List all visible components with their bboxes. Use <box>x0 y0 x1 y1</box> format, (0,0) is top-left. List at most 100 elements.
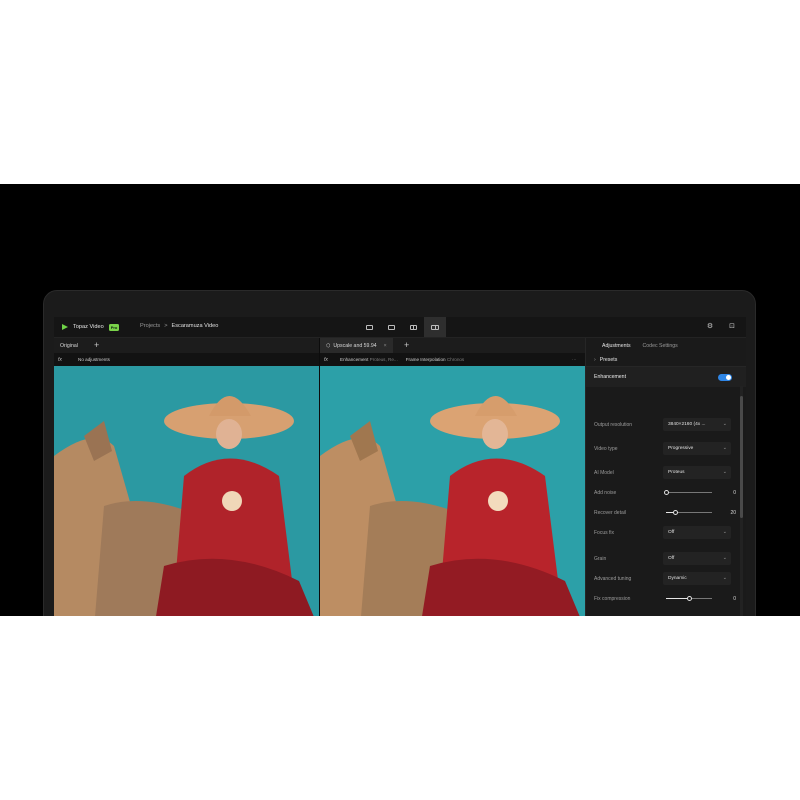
close-tab-icon[interactable]: × <box>384 343 387 349</box>
tab-adjustments[interactable]: Adjustments <box>602 343 631 349</box>
slider-value: 0 <box>733 596 736 602</box>
chevron-down-icon: ⌄ <box>722 555 727 561</box>
chevron-down-icon: ⌄ <box>722 575 727 581</box>
tab-upscale-label: Upscale and 59.94 <box>333 342 377 349</box>
fix-compression-slider[interactable] <box>666 596 712 601</box>
setting-label: Output resolution <box>594 422 633 428</box>
add-noise-slider[interactable] <box>663 490 712 495</box>
chevron-right-icon: › <box>594 356 596 363</box>
ai-model-select[interactable]: Proteus ⌄ <box>663 466 731 479</box>
right-tab-row: ⬡ Upscale and 59.94 × + <box>320 338 585 353</box>
select-value: Progressive <box>668 446 694 451</box>
breadcrumb-projects[interactable]: Projects <box>140 323 160 329</box>
view-side-by-side-button[interactable] <box>424 317 446 337</box>
tab-codec-settings[interactable]: Codec Settings <box>643 343 678 349</box>
enhancement-summary[interactable]: Enhancement Proteus, Re... <box>340 357 398 362</box>
laptop-frame: Topaz Video Pro Projects > Escaramuza Vi… <box>43 290 756 616</box>
upscaled-frame-image <box>320 366 585 616</box>
presets-section[interactable]: › Presets <box>586 353 746 367</box>
topaz-logo-icon <box>62 323 70 331</box>
select-value: Proteus <box>668 470 685 475</box>
frame-interp-label: Frame Interpolation <box>405 357 446 362</box>
video-type-select[interactable]: Progressive ⌄ <box>663 442 731 455</box>
chevron-down-icon: ⌄ <box>722 529 727 535</box>
right-adjustment-bar: fx Enhancement Proteus, Re... Frame Inte… <box>320 353 585 366</box>
enhancement-header: Enhancement <box>586 367 746 387</box>
split-view-icon <box>409 324 417 330</box>
setting-row-advanced-tuning: Advanced tuning Dynamic ⌄ <box>586 571 736 587</box>
setting-label: AI Model <box>594 470 614 476</box>
hero-background: Topaz Video Pro Projects > Escaramuza Vi… <box>0 184 800 616</box>
left-adjustment-bar: fx No adjustments <box>54 353 319 366</box>
export-panel-icon[interactable]: ⊡ <box>728 323 736 331</box>
select-value: Off <box>668 530 675 535</box>
chevron-down-icon: ⌄ <box>722 445 727 451</box>
more-options-icon[interactable]: ··· <box>572 357 577 362</box>
frame-interp-value: Chronos <box>446 357 465 362</box>
setting-label: Focus fix <box>594 530 615 536</box>
setting-row-output-resolution: Output resolution 3840×2160 (4x ... ⌄ <box>586 417 736 433</box>
add-comparison-button-right[interactable]: + <box>404 340 409 350</box>
panel-tabs: Adjustments Codec Settings <box>586 338 746 353</box>
app-window: Topaz Video Pro Projects > Escaramuza Vi… <box>54 317 746 616</box>
original-frame-image <box>54 366 319 616</box>
app-name: Topaz Video <box>73 324 104 330</box>
enhancement-toggle[interactable] <box>718 374 732 381</box>
breadcrumb-current: Escaramuza Video <box>171 323 219 329</box>
view-single-button[interactable] <box>358 317 380 337</box>
output-resolution-select[interactable]: 3840×2160 (4x ... ⌄ <box>663 418 731 431</box>
setting-label: Advanced tuning <box>594 576 632 582</box>
settings-panel: Adjustments Codec Settings › Presets Enh… <box>585 338 746 616</box>
fx-icon-right[interactable]: fx <box>324 357 332 363</box>
view-full-button[interactable] <box>380 317 402 337</box>
slider-knob[interactable] <box>663 490 669 495</box>
single-view-icon <box>387 324 395 330</box>
view-mode-group <box>358 317 446 337</box>
setting-row-add-noise: Add noise 0 <box>586 485 736 501</box>
setting-row-focus-fix: Focus fix Off ⌄ <box>586 525 736 541</box>
chevron-down-icon: ⌄ <box>722 421 727 427</box>
setting-row-ai-model: AI Model Proteus ⌄ <box>586 465 736 481</box>
presets-label: Presets <box>599 356 618 363</box>
tab-original[interactable]: Original <box>54 338 84 353</box>
view-split-button[interactable] <box>402 317 424 337</box>
setting-label: Recover detail <box>594 510 626 516</box>
add-comparison-button[interactable]: + <box>94 340 99 350</box>
tab-original-label: Original <box>60 342 78 349</box>
tab-upscale[interactable]: ⬡ Upscale and 59.94 × <box>320 338 393 353</box>
top-bar: Topaz Video Pro Projects > Escaramuza Vi… <box>54 317 746 338</box>
setting-row-grain: Grain Off ⌄ <box>586 551 736 567</box>
advanced-tuning-select[interactable]: Dynamic ⌄ <box>663 572 731 585</box>
side-by-side-icon <box>431 324 439 330</box>
focus-fix-select[interactable]: Off ⌄ <box>663 526 731 539</box>
settings-gear-icon[interactable]: ⚙ <box>706 323 714 331</box>
slider-knob[interactable] <box>686 596 692 601</box>
recover-detail-slider[interactable] <box>666 510 712 515</box>
scrollbar-thumb[interactable] <box>740 396 743 518</box>
setting-label: Grain <box>594 556 607 562</box>
crop-view-icon <box>365 324 373 330</box>
select-value: 3840×2160 (4x ... <box>668 422 706 427</box>
select-value: Off <box>668 556 675 561</box>
setting-label: Add noise <box>594 490 617 496</box>
frame-interp-summary[interactable]: Frame Interpolation Chronos <box>406 357 465 362</box>
original-preview[interactable] <box>54 366 319 616</box>
slider-fill <box>666 598 689 599</box>
grain-select[interactable]: Off ⌄ <box>663 552 731 565</box>
chevron-down-icon: ⌄ <box>722 469 727 475</box>
select-value: Dynamic <box>668 576 687 581</box>
cube-icon: ⬡ <box>326 342 331 349</box>
setting-label: Fix compression <box>594 596 631 602</box>
enhancement-label: Enhancement <box>594 374 627 380</box>
breadcrumb: Projects > Escaramuza Video <box>140 323 218 329</box>
upscaled-preview[interactable] <box>320 366 585 616</box>
setting-row-fix-compression: Fix compression 0 <box>586 591 736 607</box>
fx-icon[interactable]: fx <box>58 357 66 363</box>
slider-value: 0 <box>733 490 736 496</box>
slider-knob[interactable] <box>672 510 678 515</box>
app-brand[interactable]: Topaz Video Pro <box>62 323 120 331</box>
enhancement-summary-value: Proteus, Re... <box>369 357 398 362</box>
pro-badge: Pro <box>108 323 120 331</box>
setting-row-recover-detail: Recover detail 20 <box>586 505 736 521</box>
left-tab-row: Original + <box>54 338 319 353</box>
